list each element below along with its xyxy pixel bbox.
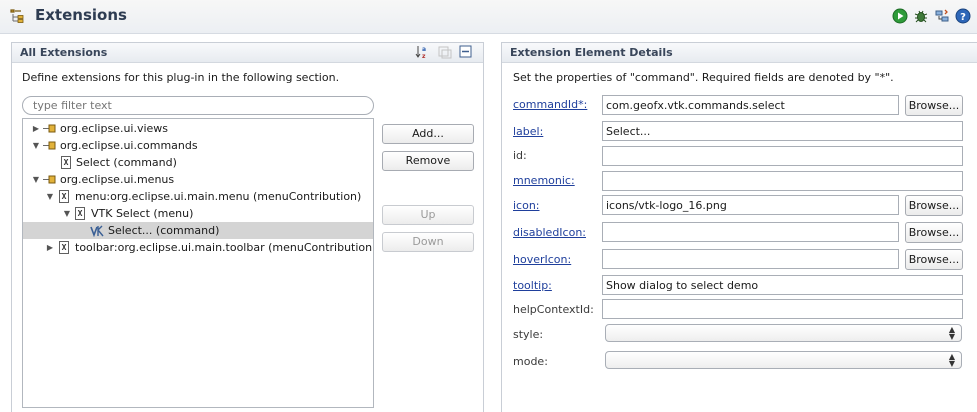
- element-details-title: Extension Element Details: [510, 46, 673, 59]
- select-arrows-icon: ▲ ▼: [948, 325, 955, 341]
- collapse-arrow-icon[interactable]: ▼: [45, 188, 55, 205]
- tree-item-commands[interactable]: ▼ org.eclipse.ui.commands: [23, 137, 373, 154]
- commandid-label-link[interactable]: commandId*:: [513, 98, 587, 112]
- hovericon-browse-button[interactable]: Browse...: [905, 249, 963, 270]
- down-button[interactable]: Down: [382, 232, 474, 252]
- tree-item-label: Select... (command): [108, 224, 220, 237]
- sort-alphabetically-icon[interactable]: a z: [415, 45, 431, 59]
- xml-element-icon: X: [59, 190, 73, 203]
- collapse-arrow-icon[interactable]: ▼: [62, 205, 72, 222]
- tooltip-label-link[interactable]: tooltip:: [513, 279, 552, 293]
- helpcontextid-field[interactable]: [602, 299, 963, 319]
- svg-text:a: a: [422, 46, 426, 53]
- disabledicon-field[interactable]: [602, 222, 899, 242]
- extensions-icon: [10, 9, 24, 23]
- id-label: id:: [513, 149, 527, 162]
- hovericon-field[interactable]: [602, 249, 899, 269]
- tree-item-label: toolbar:org.eclipse.ui.main.toolbar (men…: [75, 241, 374, 254]
- tree-item-label: menu:org.eclipse.ui.main.menu (menuContr…: [75, 190, 362, 203]
- id-field[interactable]: [602, 146, 963, 166]
- section-title: Extension Element Details: [502, 43, 977, 63]
- all-extensions-title: All Extensions: [20, 46, 108, 59]
- editor-header: Extensions ?: [0, 0, 977, 34]
- filter-input[interactable]: [22, 96, 374, 115]
- extension-point-icon: [43, 141, 56, 150]
- disabledicon-browse-button[interactable]: Browse...: [905, 222, 963, 243]
- svg-text:?: ?: [960, 12, 966, 23]
- remove-button[interactable]: Remove: [382, 151, 474, 171]
- tree-item-select-command-selected[interactable]: Select... (command): [23, 222, 373, 239]
- expand-arrow-icon[interactable]: ▶: [31, 120, 41, 137]
- collapse-disabled-icon[interactable]: [438, 45, 452, 59]
- page-title: Extensions: [35, 6, 127, 24]
- tree-item-label: org.eclipse.ui.views: [60, 122, 169, 135]
- export-wizard-icon[interactable]: [934, 8, 950, 24]
- icon-browse-button[interactable]: Browse...: [905, 195, 963, 216]
- mnemonic-field[interactable]: [602, 171, 963, 191]
- tree-item-menus[interactable]: ▼ org.eclipse.ui.menus: [23, 171, 373, 188]
- helpcontextid-label: helpContextId:: [513, 303, 594, 316]
- tree-item-views[interactable]: ▶ org.eclipse.ui.views: [23, 120, 373, 137]
- extension-point-icon: [43, 175, 56, 184]
- right-description: Set the properties of "command". Require…: [513, 71, 894, 84]
- style-label: style:: [513, 328, 544, 341]
- tree-item-label: Select (command): [76, 156, 177, 169]
- run-icon[interactable]: [892, 8, 908, 24]
- select-arrows-icon: ▲ ▼: [948, 352, 955, 368]
- tree-item-vtk-select-menu[interactable]: ▼ X VTK Select (menu): [23, 205, 373, 222]
- section-title: All Extensions a z: [12, 43, 483, 63]
- debug-icon[interactable]: [913, 8, 929, 24]
- vtk-logo-icon: [90, 225, 104, 237]
- icon-label-link[interactable]: icon:: [513, 199, 540, 213]
- hovericon-label-link[interactable]: hoverIcon:: [513, 253, 571, 267]
- add-button[interactable]: Add...: [382, 124, 474, 144]
- tree-item-label: VTK Select (menu): [91, 207, 194, 220]
- mnemonic-label-link[interactable]: mnemonic:: [513, 174, 575, 188]
- style-select[interactable]: ▲ ▼: [605, 324, 962, 342]
- label-label-link[interactable]: label:: [513, 125, 543, 139]
- tree-item-label: org.eclipse.ui.menus: [60, 173, 175, 186]
- svg-text:z: z: [422, 53, 426, 59]
- xml-element-icon: X: [75, 207, 89, 220]
- tree-item-label: org.eclipse.ui.commands: [60, 139, 198, 152]
- commandid-browse-button[interactable]: Browse...: [905, 95, 963, 116]
- tree-item-select-command[interactable]: X Select (command): [23, 154, 373, 171]
- extensions-tree[interactable]: ▶ org.eclipse.ui.views ▼ org.eclipse.ui.…: [22, 118, 374, 408]
- disabledicon-label-link[interactable]: disabledIcon:: [513, 226, 586, 240]
- extension-point-icon: [43, 124, 56, 133]
- mode-label: mode:: [513, 355, 548, 368]
- icon-field[interactable]: [602, 195, 899, 215]
- expand-arrow-icon[interactable]: ▶: [45, 239, 55, 256]
- commandid-field[interactable]: [602, 95, 899, 115]
- collapse-arrow-icon[interactable]: ▼: [31, 137, 41, 154]
- xml-element-icon: X: [59, 241, 73, 254]
- collapse-all-icon[interactable]: [459, 45, 473, 59]
- collapse-arrow-icon[interactable]: ▼: [31, 171, 41, 188]
- tooltip-field[interactable]: [602, 275, 963, 295]
- up-button[interactable]: Up: [382, 205, 474, 225]
- tree-item-main-menu[interactable]: ▼ X menu:org.eclipse.ui.main.menu (menuC…: [23, 188, 373, 205]
- mode-select[interactable]: ▲ ▼: [605, 351, 962, 369]
- label-field[interactable]: [602, 121, 963, 141]
- xml-element-icon: X: [61, 156, 75, 169]
- left-description: Define extensions for this plug-in in th…: [22, 71, 340, 84]
- tree-item-main-toolbar[interactable]: ▶ X toolbar:org.eclipse.ui.main.toolbar …: [23, 239, 373, 256]
- help-icon[interactable]: ?: [955, 8, 971, 24]
